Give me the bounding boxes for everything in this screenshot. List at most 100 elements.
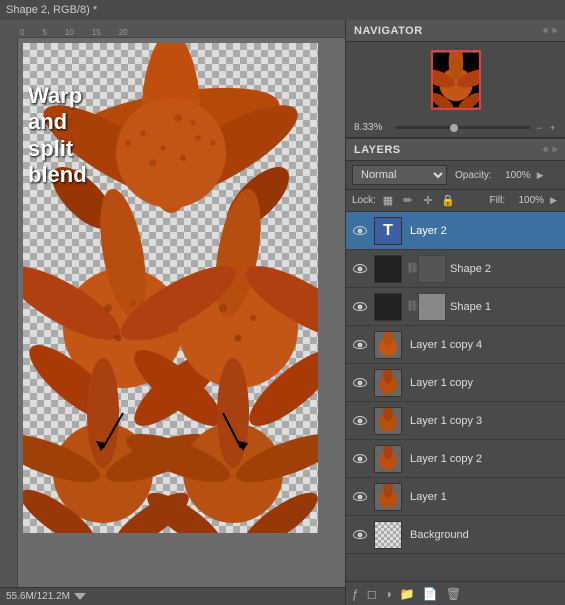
ruler-ticks: 0 5 10 15 20	[18, 20, 345, 37]
layers-bottom-bar: ƒ ◻ ◑ 📁 📄 🗑	[346, 581, 565, 605]
layer-thumb-copy4	[374, 331, 402, 359]
vertical-ruler	[0, 38, 18, 587]
layer-thumb-background	[374, 521, 402, 549]
play-button[interactable]	[74, 593, 86, 601]
layer-name-copy2: Layer 1 copy 2	[406, 453, 561, 465]
layer-eye-layer2[interactable]	[350, 221, 370, 241]
navigator-thumbnail	[431, 50, 481, 110]
eye-icon-copy2	[353, 454, 367, 463]
layer-name-copy3: Layer 1 copy 3	[406, 415, 561, 427]
layer-eye-copy4[interactable]	[350, 335, 370, 355]
ruler-corner	[0, 20, 18, 38]
expand-arrow[interactable]: »	[551, 25, 557, 36]
canvas: Warpandsplitblend	[23, 43, 318, 533]
layer-row-copy4[interactable]: Layer 1 copy 4	[346, 326, 565, 364]
fill-value[interactable]: 100%	[509, 195, 544, 206]
layer-thumb-copy	[374, 369, 402, 397]
layer-style-icon[interactable]: ƒ	[352, 587, 359, 601]
lock-transparent-icon[interactable]: ▦	[380, 192, 396, 208]
lock-all-icon[interactable]: 🔒	[440, 192, 456, 208]
warp-text: Warpandsplitblend	[28, 83, 87, 189]
layer-mask-shape2	[418, 255, 446, 283]
canvas-container: Warpandsplitblend	[18, 38, 345, 587]
fill-arrow[interactable]: ▶	[548, 195, 559, 206]
layer-row-layer1[interactable]: Layer 1	[346, 478, 565, 516]
layer-row-copy[interactable]: Layer 1 copy	[346, 364, 565, 402]
eye-icon-shape1	[353, 302, 367, 311]
layers-expand-arrow[interactable]: »	[551, 144, 557, 155]
layer-adjust-icon[interactable]: ◑	[385, 587, 392, 601]
fill-label: Fill:	[490, 195, 506, 206]
blend-mode-select[interactable]: Normal Dissolve Multiply Screen Overlay	[352, 165, 447, 185]
collapse-arrow[interactable]: «	[543, 25, 549, 36]
status-text: 55.6M/121.2M	[6, 591, 70, 602]
eye-icon-layer1	[353, 492, 367, 501]
zoom-out-btn[interactable]: −	[534, 123, 543, 133]
ruler-row: 0 5 10 15 20	[0, 20, 345, 38]
layer-name-copy: Layer 1 copy	[406, 377, 561, 389]
lock-label: Lock:	[352, 195, 376, 206]
layer-row-copy2[interactable]: Layer 1 copy 2	[346, 440, 565, 478]
layers-title: LAYERS	[354, 144, 401, 156]
layer-eye-background[interactable]	[350, 525, 370, 545]
status-bar: 55.6M/121.2M	[0, 587, 345, 605]
lock-brush-icon[interactable]: ✏	[400, 192, 416, 208]
eye-icon-copy3	[353, 416, 367, 425]
panel-arrows: « »	[543, 25, 557, 36]
canvas-wrapper: Warpandsplitblend	[0, 38, 345, 587]
eye-icon-layer2	[353, 226, 367, 235]
navigator-thumbnail-area	[346, 42, 565, 118]
layer-name-layer1: Layer 1	[406, 491, 561, 503]
layer-eye-copy2[interactable]	[350, 449, 370, 469]
navigator-header: NAVIGATOR « »	[346, 20, 565, 42]
layer-mask-shape1	[418, 293, 446, 321]
layers-list: T Layer 2 ⛓ Shape 2	[346, 212, 565, 581]
zoom-label: 8.33%	[354, 122, 392, 133]
top-bar: Shape 2, RGB/8) *	[0, 0, 565, 20]
layers-blend-row: Normal Dissolve Multiply Screen Overlay …	[346, 161, 565, 190]
lock-row: Lock: ▦ ✏ ✛ 🔒 Fill: 100% ▶	[346, 190, 565, 212]
layer-row-layer2[interactable]: T Layer 2	[346, 212, 565, 250]
layer-row-shape1[interactable]: ⛓ Shape 1	[346, 288, 565, 326]
layer-eye-shape1[interactable]	[350, 297, 370, 317]
layers-collapse-arrow[interactable]: «	[543, 144, 549, 155]
eye-icon-copy4	[353, 340, 367, 349]
layers-panel: LAYERS « » Normal Dissolve Multiply Scre…	[346, 139, 565, 605]
layer-eye-copy[interactable]	[350, 373, 370, 393]
right-panel: NAVIGATOR « »	[345, 20, 565, 605]
layer-thumb-shape2	[374, 255, 402, 283]
layer-delete-icon[interactable]: 🗑	[446, 587, 461, 601]
layer-eye-layer1[interactable]	[350, 487, 370, 507]
layer-new-icon[interactable]: 📄	[423, 587, 438, 601]
layer-thumb-shape1	[374, 293, 402, 321]
layer-chain-shape1: ⛓	[406, 301, 416, 312]
navigator-panel: NAVIGATOR « »	[346, 20, 565, 139]
opacity-value[interactable]: 100%	[496, 170, 531, 181]
layer-name-shape1: Shape 1	[446, 301, 561, 313]
navigator-controls: 8.33% − +	[346, 118, 565, 137]
layer-thumb-layer1	[374, 483, 402, 511]
layer-eye-copy3[interactable]	[350, 411, 370, 431]
layer-row-shape2[interactable]: ⛓ Shape 2	[346, 250, 565, 288]
lock-move-icon[interactable]: ✛	[420, 192, 436, 208]
layer-thumb-copy3	[374, 407, 402, 435]
layer-group-icon[interactable]: 📁	[400, 587, 415, 601]
horizontal-ruler: 0 5 10 15 20	[18, 20, 345, 38]
layer-thumb-copy2	[374, 445, 402, 473]
thumb-starfish-svg	[433, 52, 479, 108]
zoom-slider-thumb	[450, 124, 458, 132]
eye-icon-copy	[353, 378, 367, 387]
navigator-title: NAVIGATOR	[354, 25, 423, 37]
layer-eye-shape2[interactable]	[350, 259, 370, 279]
opacity-label: Opacity:	[455, 170, 492, 181]
layer-mask-icon[interactable]: ◻	[367, 587, 377, 601]
opacity-arrow[interactable]: ▶	[535, 170, 546, 181]
layer-name-layer2: Layer 2	[406, 225, 561, 237]
zoom-slider[interactable]	[396, 126, 530, 129]
eye-icon-shape2	[353, 264, 367, 273]
layers-header: LAYERS « »	[346, 139, 565, 161]
zoom-in-btn[interactable]: +	[548, 123, 557, 133]
layer-row-background[interactable]: Background	[346, 516, 565, 554]
window-title: Shape 2, RGB/8) *	[6, 4, 97, 16]
layer-row-copy3[interactable]: Layer 1 copy 3	[346, 402, 565, 440]
